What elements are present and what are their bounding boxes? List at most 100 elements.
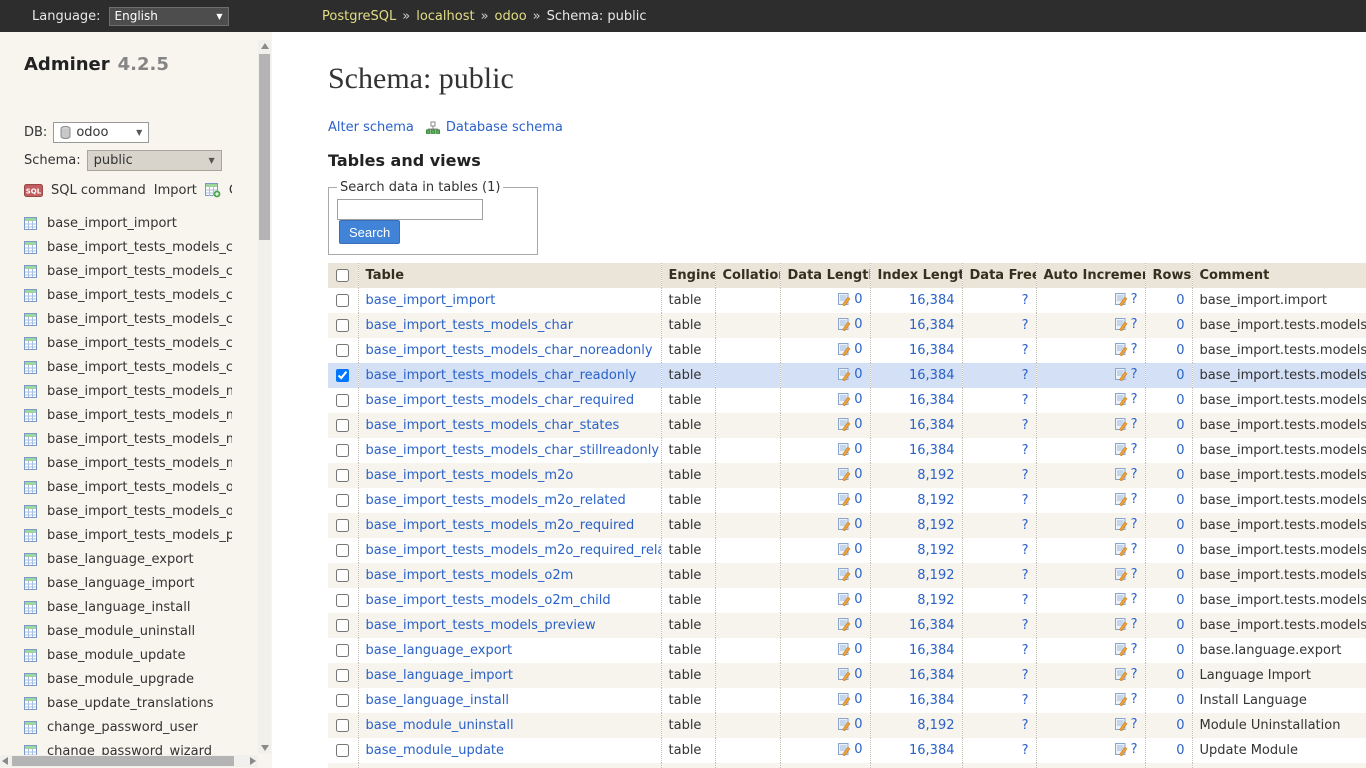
data-free-link[interactable]: ? — [1022, 518, 1029, 533]
sidebar-table-name[interactable]: base_import_tests_models_char_ — [47, 336, 232, 351]
db-select[interactable]: odoo ▼ — [53, 122, 149, 143]
edit-icon[interactable] — [837, 467, 851, 485]
table-name-link[interactable]: base_import_tests_models_m2o_required_re… — [366, 543, 662, 558]
table-name-link[interactable]: base_import_tests_models_char_readonly — [366, 368, 637, 383]
sidebar-table-item[interactable]: base_import_tests_models_m2o_ — [24, 451, 232, 475]
table-name-link[interactable]: base_import_tests_models_char_noreadonly — [366, 343, 653, 358]
sql-command-link[interactable]: SQL command — [51, 183, 146, 198]
breadcrumb-server-link[interactable]: localhost — [416, 9, 474, 24]
auto-increment-link[interactable]: ? — [1131, 592, 1138, 607]
table-icon[interactable] — [24, 457, 37, 470]
data-free-link[interactable]: ? — [1022, 593, 1029, 608]
sidebar-table-item[interactable]: base_import_tests_models_o2m — [24, 475, 232, 499]
edit-icon[interactable] — [837, 492, 851, 510]
create-table-link[interactable]: Create ta — [229, 183, 232, 198]
rows-count-link[interactable]: 0 — [1176, 343, 1184, 358]
edit-icon[interactable] — [837, 517, 851, 535]
table-name-link[interactable]: base_import_tests_models_char — [366, 318, 574, 333]
sidebar-table-name[interactable]: base_import_tests_models_m2o_ — [47, 408, 232, 423]
row-checkbox[interactable] — [336, 294, 349, 307]
table-icon[interactable] — [24, 361, 37, 374]
rows-count-link[interactable]: 0 — [1176, 318, 1184, 333]
index-length-link[interactable]: 8,192 — [917, 593, 954, 608]
data-length-link[interactable]: 0 — [854, 742, 862, 757]
auto-increment-link[interactable]: ? — [1131, 692, 1138, 707]
edit-icon[interactable] — [837, 592, 851, 610]
data-free-link[interactable]: ? — [1022, 393, 1029, 408]
table-icon[interactable] — [24, 481, 37, 494]
edit-icon[interactable] — [1114, 642, 1128, 660]
rows-count-link[interactable]: 0 — [1176, 293, 1184, 308]
row-checkbox[interactable] — [336, 469, 349, 482]
index-length-link[interactable]: 8,192 — [917, 543, 954, 558]
data-length-link[interactable]: 0 — [854, 417, 862, 432]
edit-icon[interactable] — [1114, 467, 1128, 485]
scrollbar-thumb[interactable] — [259, 54, 270, 240]
table-icon[interactable] — [24, 505, 37, 518]
table-name-link[interactable]: base_import_tests_models_o2m — [366, 568, 574, 583]
index-length-link[interactable]: 16,384 — [909, 418, 955, 433]
index-length-link[interactable]: 16,384 — [909, 368, 955, 383]
sidebar-vertical-scrollbar[interactable] — [258, 40, 271, 754]
rows-count-link[interactable]: 0 — [1176, 743, 1184, 758]
auto-increment-link[interactable]: ? — [1131, 367, 1138, 382]
data-free-link[interactable]: ? — [1022, 743, 1029, 758]
sql-command-icon[interactable]: SQL — [24, 184, 43, 197]
data-length-link[interactable]: 0 — [854, 617, 862, 632]
breadcrumb-system-link[interactable]: PostgreSQL — [322, 9, 396, 24]
edit-icon[interactable] — [837, 717, 851, 735]
edit-icon[interactable] — [837, 567, 851, 585]
table-icon[interactable] — [24, 241, 37, 254]
edit-icon[interactable] — [837, 542, 851, 560]
index-length-link[interactable]: 16,384 — [909, 293, 955, 308]
row-checkbox[interactable] — [336, 494, 349, 507]
sidebar-table-item[interactable]: change_password_user — [24, 715, 232, 739]
row-checkbox[interactable] — [336, 619, 349, 632]
data-free-link[interactable]: ? — [1022, 318, 1029, 333]
auto-increment-link[interactable]: ? — [1131, 342, 1138, 357]
edit-icon[interactable] — [837, 392, 851, 410]
auto-increment-link[interactable]: ? — [1131, 667, 1138, 682]
scroll-up-icon[interactable] — [261, 43, 269, 49]
edit-icon[interactable] — [1114, 542, 1128, 560]
table-icon[interactable] — [24, 289, 37, 302]
row-checkbox[interactable] — [336, 569, 349, 582]
sidebar-horizontal-scrollbar[interactable] — [0, 755, 258, 767]
auto-increment-link[interactable]: ? — [1131, 542, 1138, 557]
select-all-checkbox[interactable] — [336, 269, 349, 282]
data-free-link[interactable]: ? — [1022, 493, 1029, 508]
rows-count-link[interactable]: 0 — [1176, 543, 1184, 558]
sidebar-table-item[interactable]: base_language_import — [24, 571, 232, 595]
rows-count-link[interactable]: 0 — [1176, 693, 1184, 708]
sidebar-table-name[interactable]: base_import_import — [47, 216, 177, 231]
data-length-link[interactable]: 0 — [854, 367, 862, 382]
edit-icon[interactable] — [1114, 567, 1128, 585]
edit-icon[interactable] — [1114, 617, 1128, 635]
rows-count-link[interactable]: 0 — [1176, 368, 1184, 383]
index-length-link[interactable]: 16,384 — [909, 618, 955, 633]
row-checkbox[interactable] — [336, 744, 349, 757]
database-schema-icon[interactable] — [426, 121, 440, 134]
edit-icon[interactable] — [1114, 692, 1128, 710]
edit-icon[interactable] — [1114, 492, 1128, 510]
table-name-link[interactable]: base_language_import — [366, 668, 513, 683]
sidebar-table-item[interactable]: base_import_tests_models_m2o_ — [24, 403, 232, 427]
table-icon[interactable] — [24, 265, 37, 278]
edit-icon[interactable] — [837, 742, 851, 760]
row-checkbox[interactable] — [336, 669, 349, 682]
data-length-link[interactable]: 0 — [854, 642, 862, 657]
rows-count-link[interactable]: 0 — [1176, 668, 1184, 683]
index-length-link[interactable]: 16,384 — [909, 743, 955, 758]
index-length-link[interactable]: 8,192 — [917, 468, 954, 483]
data-length-link[interactable]: 0 — [854, 667, 862, 682]
edit-icon[interactable] — [1114, 392, 1128, 410]
data-length-link[interactable]: 0 — [854, 542, 862, 557]
table-icon[interactable] — [24, 217, 37, 230]
search-button[interactable]: Search — [339, 220, 400, 244]
table-icon[interactable] — [24, 721, 37, 734]
sidebar-table-item[interactable]: base_language_export — [24, 547, 232, 571]
edit-icon[interactable] — [1114, 517, 1128, 535]
auto-increment-link[interactable]: ? — [1131, 317, 1138, 332]
data-free-link[interactable]: ? — [1022, 568, 1029, 583]
edit-icon[interactable] — [837, 342, 851, 360]
